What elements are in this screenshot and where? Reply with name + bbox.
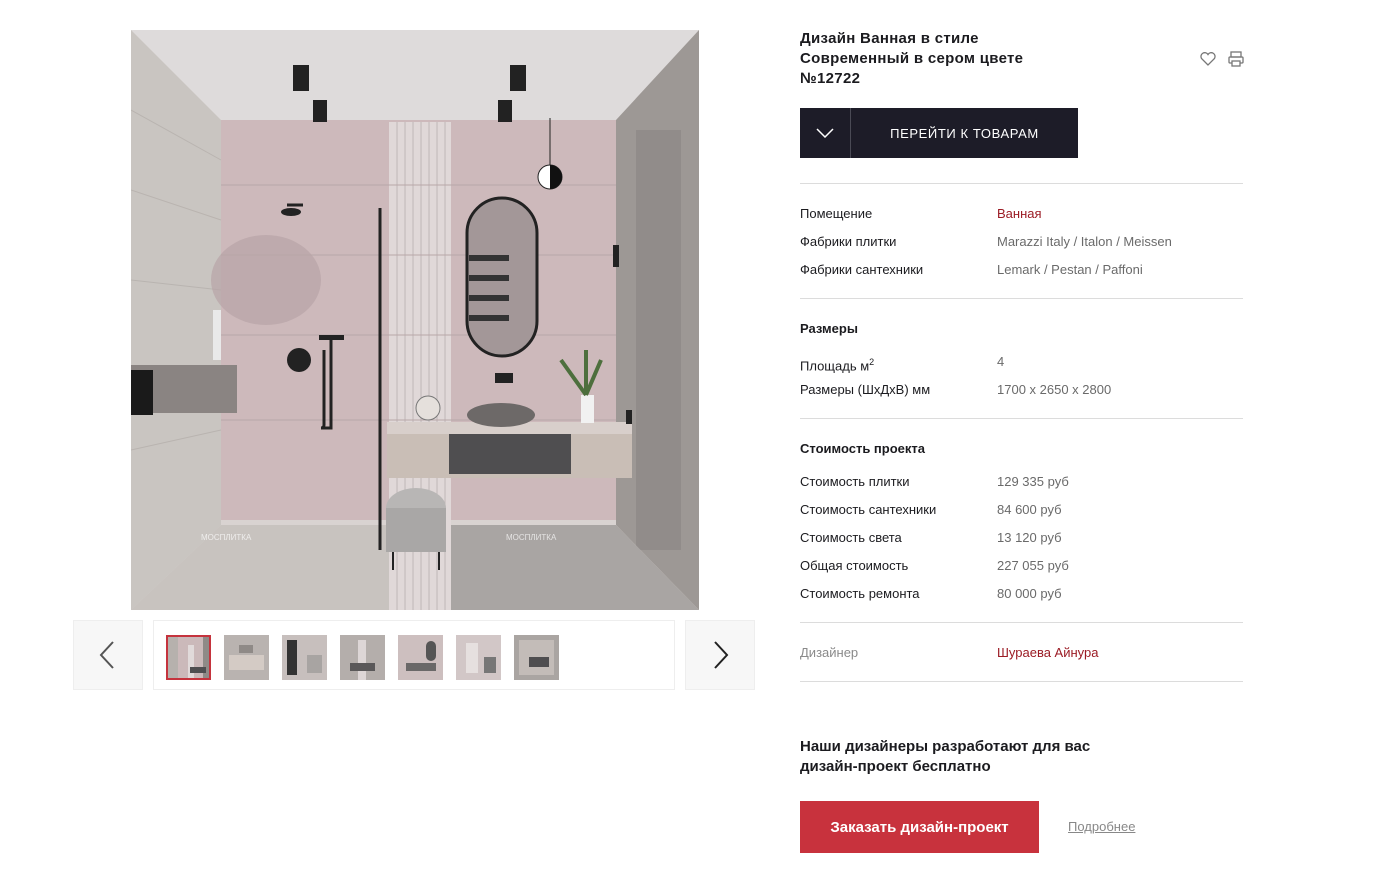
favorite-button[interactable] [1199,50,1217,68]
cost-label-plumbing: Стоимость сантехники [800,502,937,517]
dropdown-toggle[interactable] [800,108,851,158]
gallery-next-button[interactable] [685,620,755,690]
gallery-prev-button[interactable] [73,620,143,690]
printer-icon [1228,51,1244,67]
info-value-plumbing-brands: Lemark / Pestan / Paffoni [997,262,1143,277]
area-label: Площадь м2 [800,357,875,374]
main-project-image[interactable]: МОСПЛИТКА МОСПЛИТКА [131,30,699,610]
divider [800,681,1243,682]
gallery-thumb-5[interactable] [398,635,443,680]
dimensions-label: Размеры (ШхДхВ) мм [800,382,931,397]
designer-name-link[interactable]: Шураева Айнура [997,645,1099,661]
go-to-products-button[interactable]: ПЕРЕЙТИ К ТОВАРАМ [800,108,1078,158]
gallery-thumbnails [153,620,675,690]
gallery-thumb-7[interactable] [514,635,559,680]
cost-label-renovation: Стоимость ремонта [800,586,920,601]
cost-heading: Стоимость проекта [800,441,925,456]
cost-value-total: 227 055 руб [997,558,1069,573]
promo-line-2: дизайн-проект бесплатно [800,758,991,775]
gallery-thumb-4[interactable] [340,635,385,680]
cost-value-tile: 129 335 руб [997,474,1069,489]
svg-text:МОСПЛИТКА: МОСПЛИТКА [506,533,557,542]
sizes-heading: Размеры [800,321,858,336]
cost-label-total: Общая стоимость [800,558,909,573]
info-value-room[interactable]: Ванная [997,206,1042,222]
dimensions-value: 1700 х 2650 х 2800 [997,382,1112,397]
gallery-thumb-3[interactable] [282,635,327,680]
chevron-right-icon [714,641,729,669]
project-number: №12722 [800,70,861,87]
info-value-tile-brands: Marazzi Italy / Italon / Meissen [997,234,1172,249]
divider [800,622,1243,623]
divider [800,298,1243,299]
info-label-room: Помещение [800,206,873,221]
cost-label-lighting: Стоимость света [800,530,902,545]
page-title: Дизайн Ванная в стиле Современный в серо… [800,29,1060,89]
gallery-thumb-1[interactable] [166,635,211,680]
info-label-tile-brands: Фабрики плитки [800,234,897,249]
print-button[interactable] [1227,50,1245,68]
chevron-left-icon [99,641,114,669]
more-info-link[interactable]: Подробнее [1068,819,1135,834]
go-to-products-label: ПЕРЕЙТИ К ТОВАРАМ [890,125,1039,141]
cost-value-lighting: 13 120 руб [997,530,1062,545]
order-design-button[interactable]: Заказать дизайн-проект [800,801,1039,853]
designer-label: Дизайнер [800,645,859,660]
divider [800,418,1243,419]
cost-label-tile: Стоимость плитки [800,474,910,489]
cost-value-plumbing: 84 600 руб [997,502,1062,517]
chevron-down-icon [816,128,834,138]
gallery-thumb-6[interactable] [456,635,501,680]
title-line-1: Дизайн Ванная в стиле [800,30,979,47]
promo-line-1: Наши дизайнеры разработают для вас [800,738,1091,755]
gallery-thumb-2[interactable] [224,635,269,680]
info-label-plumbing-brands: Фабрики сантехники [800,262,924,277]
cost-value-renovation: 80 000 руб [997,586,1062,601]
svg-text:МОСПЛИТКА: МОСПЛИТКА [201,533,252,542]
promo-text: Наши дизайнеры разработают для вас дизай… [800,737,1130,777]
heart-icon [1200,52,1216,66]
divider [800,183,1243,184]
title-line-2: Современный в сером цвете [800,50,1024,67]
area-value: 4 [997,354,1005,369]
